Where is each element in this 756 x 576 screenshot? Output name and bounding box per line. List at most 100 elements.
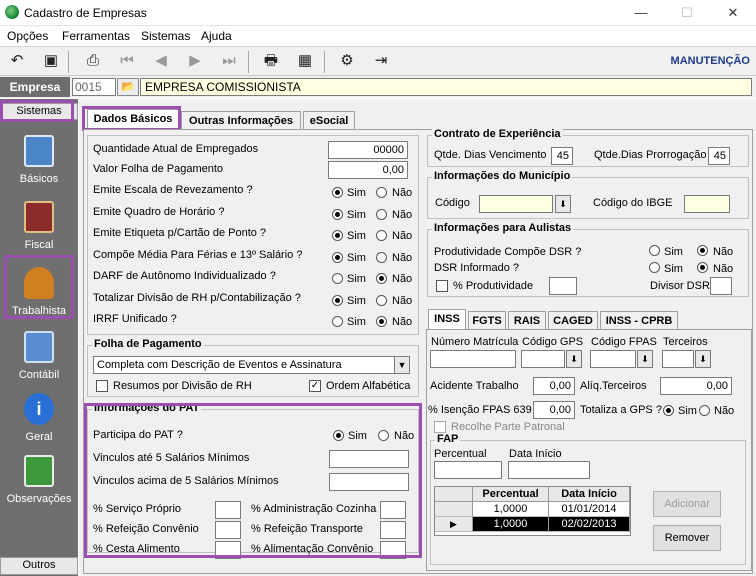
option-7-nao-radio[interactable]	[376, 316, 387, 327]
fpas-lookup-icon[interactable]: ⬇	[637, 350, 653, 368]
venc-label: Qtde. Dias Vencimento	[434, 149, 547, 161]
codigo-label: Código	[435, 197, 470, 209]
ibge-field[interactable]	[684, 195, 730, 213]
menu-sistemas[interactable]: Sistemas	[141, 29, 190, 43]
option-3-sim-label: Sim	[347, 230, 366, 242]
option-4-nao-label: Não	[392, 251, 413, 264]
tab-outras-informacoes[interactable]: Outras Informações	[181, 111, 301, 129]
option-4-nao-radio[interactable]	[376, 251, 387, 263]
option-3-nao-radio[interactable]	[376, 230, 387, 241]
lookup-icon[interactable]: ⬇	[555, 195, 571, 213]
option-6-sim-radio[interactable]	[332, 294, 343, 306]
next-record-icon[interactable]: ▶	[184, 51, 206, 71]
menu-ferramentas[interactable]: Ferramentas	[62, 29, 130, 43]
previous-record-icon[interactable]: ◀	[150, 51, 172, 71]
sidebar-footer-outros[interactable]: Outros	[0, 557, 78, 575]
option-7-sim-radio[interactable]	[332, 316, 343, 327]
empresa-code-field[interactable]: 0015	[72, 78, 116, 96]
prod-sim-radio[interactable]	[649, 245, 660, 256]
perc-checkbox[interactable]	[436, 280, 448, 292]
dsr-sim-radio[interactable]	[649, 262, 660, 273]
employees-field[interactable]: 00000	[328, 141, 408, 159]
tab-fgts[interactable]: FGTS	[468, 311, 506, 329]
tools-icon[interactable]: ⚙	[336, 51, 358, 71]
report-icon[interactable]: ▦	[294, 51, 316, 71]
payroll-label: Valor Folha de Pagamento	[93, 163, 224, 175]
recolhe-checkbox[interactable]	[434, 421, 446, 433]
tab-inss[interactable]: INSS	[428, 309, 466, 329]
fpas-field[interactable]	[590, 350, 636, 368]
undo-icon[interactable]: ↶	[6, 51, 28, 71]
matricula-field[interactable]	[430, 350, 516, 368]
option-label-4: Compõe Média Para Férias e 13º Salário ?	[93, 248, 303, 261]
fap-row-2-data[interactable]: 02/02/2013	[549, 517, 630, 532]
fap-group: FAP Percentual Data Início Percentual Da…	[430, 433, 746, 565]
adicionar-button[interactable]: Adicionar	[653, 491, 721, 517]
minimize-button[interactable]: —	[618, 0, 664, 26]
exit-icon[interactable]: ⇥	[370, 51, 392, 71]
acidente-field[interactable]: 0,00	[533, 377, 575, 395]
option-1-nao-radio[interactable]	[376, 187, 387, 198]
sidebar-item-contabil[interactable]: Contábil	[0, 327, 78, 393]
folha-select[interactable]: Completa com Descrição de Eventos e Assi…	[93, 356, 410, 374]
fap-row-1-data[interactable]: 01/01/2014	[549, 502, 630, 517]
divisor-field[interactable]	[710, 277, 732, 295]
fap-row-2-percentual[interactable]: 1,0000	[473, 517, 549, 532]
tab-esocial[interactable]: eSocial	[303, 111, 355, 129]
print-icon[interactable]: 🖶	[260, 51, 282, 71]
venc-field[interactable]: 45	[551, 147, 573, 165]
option-6-sim-label: Sim	[347, 294, 366, 307]
terceiros-lookup-icon[interactable]: ⬇	[695, 350, 711, 368]
option-6-nao-radio[interactable]	[376, 294, 387, 306]
totaliza-nao-radio[interactable]	[699, 405, 710, 416]
ordem-checkbox[interactable]: ✓	[309, 380, 321, 392]
chevron-down-icon[interactable]: ▼	[394, 356, 410, 374]
codigo-field[interactable]	[479, 195, 553, 213]
empresa-name-field[interactable]: EMPRESA COMISSIONISTA	[140, 78, 752, 96]
sidebar-item-observacoes[interactable]: Observações	[0, 451, 78, 517]
option-4-sim-radio[interactable]	[332, 251, 343, 263]
menu-ajuda[interactable]: Ajuda	[201, 29, 232, 43]
close-button[interactable]: ✕	[710, 0, 756, 26]
resumos-checkbox[interactable]	[96, 380, 108, 392]
isencao-field[interactable]: 0,00	[533, 401, 575, 419]
dsr-nao-radio[interactable]	[697, 262, 708, 273]
option-2-nao-radio[interactable]	[376, 208, 387, 220]
sidebar-item-geral[interactable]: i Geral	[0, 389, 78, 455]
remover-button[interactable]: Remover	[653, 525, 721, 551]
aliq-field[interactable]: 0,00	[660, 377, 732, 395]
terceiros-field[interactable]	[662, 350, 694, 368]
gps-field[interactable]	[521, 350, 565, 368]
save-icon[interactable]: ▣	[40, 51, 62, 71]
tab-caged[interactable]: CAGED	[548, 311, 598, 329]
prorr-field[interactable]: 45	[708, 147, 730, 165]
gps-lookup-icon[interactable]: ⬇	[566, 350, 582, 368]
tab-rais[interactable]: RAIS	[508, 311, 546, 329]
tab-inss-cprb[interactable]: INSS - CPRB	[600, 311, 678, 329]
option-6-nao-label: Não	[392, 294, 413, 307]
option-2-sim-radio[interactable]	[332, 208, 343, 220]
maximize-button[interactable]: ☐	[664, 0, 710, 26]
payroll-field[interactable]: 0,00	[328, 161, 408, 179]
fap-data-field[interactable]	[508, 461, 590, 479]
totaliza-label: Totaliza a GPS ?	[580, 404, 662, 416]
option-3-sim-radio[interactable]	[332, 230, 343, 241]
sidebar-item-basicos[interactable]: Básicos	[0, 131, 78, 197]
prod-nao-radio[interactable]	[697, 245, 708, 256]
fap-title: FAP	[435, 433, 461, 445]
first-record-icon[interactable]: ⏮	[116, 51, 138, 71]
option-5-sim-radio[interactable]	[332, 273, 343, 284]
option-5-nao-radio[interactable]	[376, 273, 387, 284]
last-record-icon[interactable]: ⏭	[218, 51, 240, 71]
fap-row-1-percentual[interactable]: 1,0000	[473, 502, 549, 517]
menu-opcoes[interactable]: Opções	[7, 29, 48, 43]
open-folder-icon[interactable]: 📂	[117, 78, 139, 96]
option-1-sim-radio[interactable]	[332, 187, 343, 198]
sidebar-item-fiscal[interactable]: Fiscal	[0, 197, 78, 263]
option-label-6: Totalizar Divisão de RH p/Contabilização…	[93, 291, 301, 304]
perc-field[interactable]	[549, 277, 577, 295]
fap-percentual-field[interactable]	[434, 461, 502, 479]
totaliza-sim-radio[interactable]	[663, 405, 674, 416]
preview-icon[interactable]: ⎙	[82, 51, 104, 71]
municipio-title: Informações do Município	[432, 170, 573, 182]
